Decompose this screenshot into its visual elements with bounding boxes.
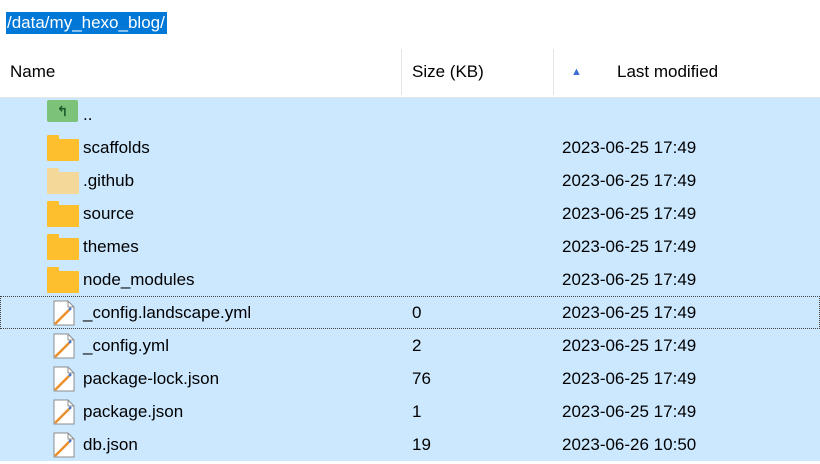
parent-dir-icon: ↰ [47,100,78,122]
file-modified: 2023-06-25 17:49 [562,171,697,190]
file-name: _config.yml [83,336,169,355]
file-icon [53,399,75,425]
file-icon [53,300,75,326]
file-modified: 2023-06-25 17:49 [562,369,697,388]
folder-icon [47,267,79,293]
folder-icon [47,135,79,161]
folder-icon [47,234,79,260]
file-modified: 2023-06-25 17:49 [562,204,697,223]
folder-icon [47,201,79,227]
file-modified: 2023-06-26 10:50 [562,435,697,454]
file-size: 76 [412,369,431,388]
file-modified: 2023-06-25 17:49 [562,138,697,157]
file-size: 1 [412,402,422,421]
list-item[interactable]: package-lock.json 76 2023-06-25 17:49 [0,362,820,395]
column-header-last-modified[interactable]: Last modified [617,47,718,97]
file-size: 19 [412,435,431,454]
file-modified: 2023-06-25 17:49 [562,237,697,256]
file-name: package.json [83,402,184,421]
column-header-name[interactable]: Name [10,47,55,97]
folder-icon [47,168,79,194]
file-name: source [83,204,135,223]
list-item[interactable]: .github 2023-06-25 17:49 [0,164,820,197]
list-item[interactable]: _config.yml 2 2023-06-25 17:49 [0,329,820,362]
list-item[interactable]: db.json 19 2023-06-26 10:50 [0,428,820,461]
list-item[interactable]: themes 2023-06-25 17:49 [0,230,820,263]
column-divider[interactable] [553,49,554,95]
file-modified: 2023-06-25 17:49 [562,303,697,322]
column-header: Name Size (KB) ▲ Last modified [0,47,820,98]
file-modified: 2023-06-25 17:49 [562,336,697,355]
current-path[interactable]: /data/my_hexo_blog/ [6,12,167,34]
file-name: node_modules [83,270,195,289]
file-size: 0 [412,303,422,322]
file-name: _config.landscape.yml [83,303,252,322]
file-name: db.json [83,435,138,454]
column-divider[interactable] [401,49,402,95]
file-name: .. [83,105,93,124]
file-modified: 2023-06-25 17:49 [562,270,697,289]
list-item[interactable]: node_modules 2023-06-25 17:49 [0,263,820,296]
file-size: 2 [412,336,422,355]
file-name: .github [83,171,135,190]
file-modified: 2023-06-25 17:49 [562,402,697,421]
file-icon [53,333,75,359]
sort-ascending-icon: ▲ [571,66,582,78]
list-item[interactable]: scaffolds 2023-06-25 17:49 [0,131,820,164]
path-bar[interactable]: /data/my_hexo_blog/ [0,0,820,47]
file-icon [53,432,75,458]
file-icon [53,366,75,392]
file-name: scaffolds [83,138,150,157]
file-name: themes [83,237,139,256]
list-item[interactable]: _config.landscape.yml 0 2023-06-25 17:49 [0,296,820,329]
column-header-size[interactable]: Size (KB) [412,47,484,97]
list-item-parent[interactable]: ↰ .. [0,98,820,131]
file-name: package-lock.json [83,369,220,388]
list-item[interactable]: source 2023-06-25 17:49 [0,197,820,230]
list-item[interactable]: package.json 1 2023-06-25 17:49 [0,395,820,428]
